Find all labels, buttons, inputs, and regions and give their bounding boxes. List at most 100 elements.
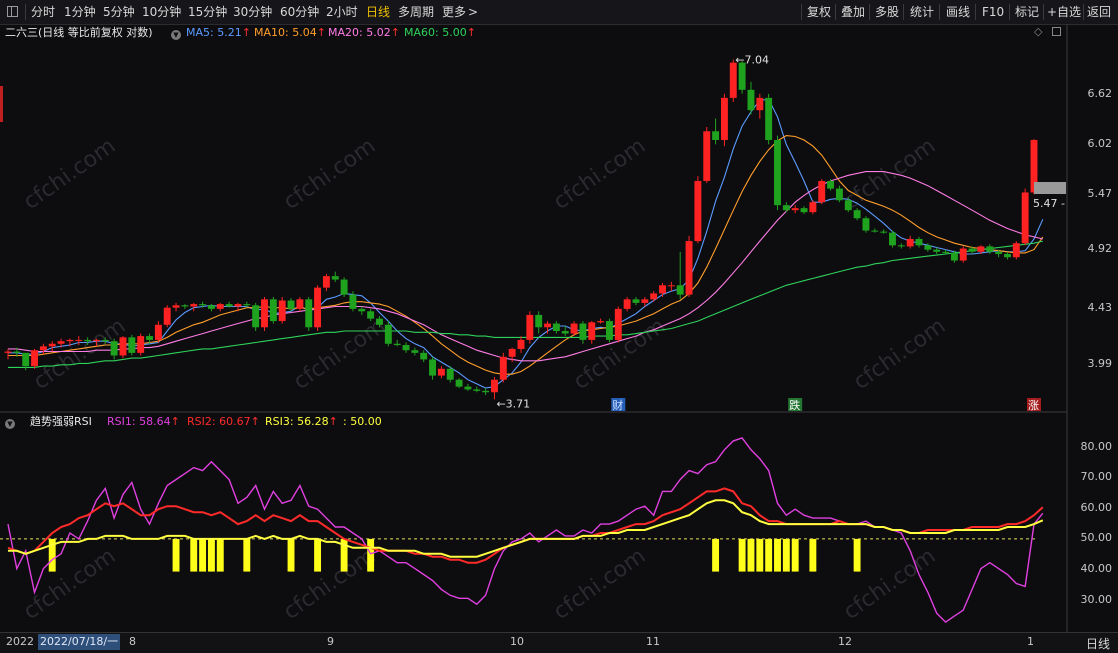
rsi-tick: 70.00 (1080, 470, 1113, 483)
candle (261, 299, 268, 328)
candle (835, 188, 843, 201)
candle (181, 305, 189, 307)
candle (1004, 253, 1011, 258)
rsi-tick: 40.00 (1080, 562, 1113, 575)
ma-line-ma5 (8, 98, 1044, 389)
ma-line-ma60 (8, 240, 1043, 368)
restore-rights-button[interactable]: 复权 (807, 0, 831, 24)
period-tab-60min[interactable]: 60分钟 (280, 0, 319, 24)
rsi-signal-bar (287, 538, 295, 572)
period-tab-2hour[interactable]: 2小时 (326, 0, 358, 24)
candle (75, 339, 83, 341)
period-tab-more[interactable]: 更多 (442, 0, 466, 24)
candle (694, 180, 702, 242)
statistics-button[interactable]: 统计 (910, 0, 934, 24)
toolbar-divider (1009, 4, 1010, 20)
chevron-down-icon[interactable]: ▼ (168, 25, 185, 41)
diamond-icon[interactable]: ◇ (1034, 25, 1042, 38)
period-tab-15min[interactable]: 15分钟 (188, 0, 227, 24)
candle (552, 323, 560, 332)
candle (968, 248, 976, 252)
price-tick: 4.92 (1087, 242, 1113, 255)
watermark-text: cfchi.com (289, 314, 390, 395)
period-tab-1min[interactable]: 1分钟 (64, 0, 96, 24)
toolbar-divider (801, 4, 802, 20)
candle (482, 390, 490, 393)
ma-line-ma20 (8, 171, 1043, 362)
candle (146, 336, 153, 340)
candle (305, 299, 313, 328)
candle (791, 208, 799, 211)
month-tick: 11 (646, 635, 660, 648)
candle (314, 287, 322, 328)
candle (933, 249, 941, 252)
rsi-signal-bar (738, 538, 746, 572)
candle (897, 245, 905, 247)
candle (172, 305, 180, 308)
high-price-label: ←7.04 (735, 54, 769, 67)
candle (420, 352, 428, 360)
rsi-line-rsi3 (8, 499, 1044, 558)
period-tab-5min[interactable]: 5分钟 (103, 0, 135, 24)
event-tag: 涨 (1028, 399, 1039, 412)
current-price-tag: 5.47 - (1033, 197, 1065, 210)
month-tick: 1 (1027, 635, 1034, 648)
period-tab-multi[interactable]: 多周期 (398, 0, 434, 24)
candle (66, 339, 74, 342)
ma60-label: MA60: 5.00↑ (404, 26, 476, 39)
candle (437, 368, 445, 376)
rsi-signal-bar (765, 538, 773, 572)
candle (358, 308, 366, 312)
rsi-signal-bar (791, 538, 799, 572)
indicator-title[interactable]: 趋势强弱RSI (30, 414, 92, 430)
chevron-right-icon[interactable]: > (468, 0, 478, 24)
event-tag-box (1027, 398, 1041, 411)
candle (986, 246, 994, 252)
candle (190, 304, 198, 307)
candle (526, 314, 534, 340)
kline-chart[interactable]: cfchi.com cfchi.com cfchi.com cfchi.com cfch… (0, 0, 1118, 652)
chevron-down-icon[interactable]: ▼ (2, 414, 19, 430)
back-button[interactable]: 返回 (1087, 0, 1111, 24)
candle (331, 276, 339, 280)
candle (889, 232, 896, 246)
candle (296, 299, 304, 309)
window-layout-icon[interactable] (7, 6, 18, 17)
period-tab-timeshare[interactable]: 分时 (31, 0, 55, 24)
maximize-icon[interactable] (1052, 27, 1061, 36)
ma20-label: MA20: 5.02↑ (328, 26, 400, 39)
candle (659, 285, 666, 294)
stock-title[interactable]: 二六三(日线 等比前复权 对数) (5, 25, 153, 41)
rsi3-label: RSI3: 56.28↑ (265, 415, 338, 428)
candle (605, 321, 613, 340)
add-watchlist-button[interactable]: +自选 (1047, 0, 1081, 24)
candle (570, 323, 578, 334)
candle (712, 131, 720, 140)
candle (137, 336, 145, 353)
candle (101, 339, 109, 342)
candle (278, 300, 286, 322)
candle (39, 346, 47, 351)
overlay-button[interactable]: 叠加 (841, 0, 865, 24)
multi-stock-button[interactable]: 多股 (875, 0, 899, 24)
candle (163, 307, 171, 325)
period-tab-30min[interactable]: 30分钟 (233, 0, 272, 24)
candle (632, 299, 640, 303)
candle (535, 314, 543, 328)
candle (349, 294, 357, 309)
ma-line-ma10 (8, 135, 1044, 375)
period-tab-daily[interactable]: 日线 (366, 0, 390, 24)
period-mode-button[interactable]: 日线 (1086, 635, 1110, 652)
candle (774, 139, 781, 206)
candle (491, 379, 498, 393)
ma10-label: MA10: 5.04↑ (254, 26, 326, 39)
price-tick: 5.47 (1087, 187, 1113, 200)
f10-button[interactable]: F10 (982, 0, 1004, 24)
watermark-text: cfchi.com (839, 134, 940, 215)
mark-button[interactable]: 标记 (1015, 0, 1039, 24)
period-tab-10min[interactable]: 10分钟 (142, 0, 181, 24)
candle (738, 62, 746, 90)
current-date-box[interactable]: 2022/07/18/一 (38, 634, 121, 650)
rsi-signal-bar (216, 538, 224, 572)
draw-line-button[interactable]: 画线 (946, 0, 970, 24)
